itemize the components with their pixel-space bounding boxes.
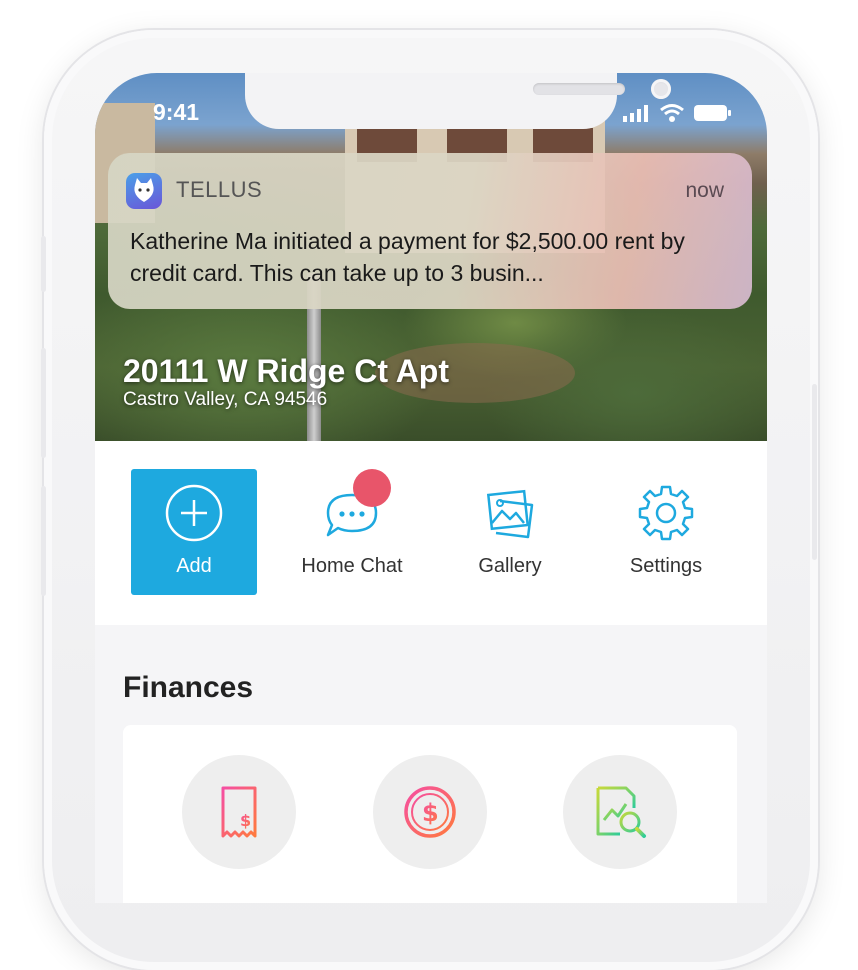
finance-item-receipt[interactable]: $ bbox=[182, 755, 296, 869]
side-button-volume-up bbox=[41, 348, 46, 458]
side-button-volume-down bbox=[41, 486, 46, 596]
notification-badge bbox=[353, 469, 391, 507]
camera bbox=[651, 79, 671, 99]
side-button-silent bbox=[41, 236, 46, 292]
finance-item-payments[interactable]: $ bbox=[373, 755, 487, 869]
settings-label: Settings bbox=[629, 555, 703, 577]
home-chat-button[interactable]: Home Chat bbox=[289, 469, 415, 595]
gallery-button[interactable]: Gallery bbox=[447, 469, 573, 595]
speaker bbox=[533, 83, 625, 95]
receipt-icon: $ bbox=[221, 786, 257, 838]
push-notification[interactable]: TELLUS now Katherine Ma initiated a paym… bbox=[108, 153, 752, 309]
settings-button[interactable]: Settings bbox=[603, 469, 729, 595]
property-address: 20111 W Ridge Ct Apt bbox=[123, 353, 449, 389]
quick-actions: Add Home Chat Gallery Settings bbox=[95, 441, 767, 625]
battery-icon bbox=[694, 105, 731, 121]
tellus-app-icon bbox=[126, 173, 162, 209]
phone-screen: 9:41 TELLUS now Katherine Ma initiated a… bbox=[95, 73, 767, 903]
side-button-power bbox=[812, 384, 817, 560]
add-button[interactable]: Add bbox=[131, 469, 257, 595]
dollar-circle-icon: $ bbox=[404, 786, 456, 838]
wifi-icon bbox=[660, 104, 684, 122]
gallery-icon bbox=[486, 489, 534, 539]
finances-card: $ $ bbox=[123, 725, 737, 903]
svg-text:$: $ bbox=[422, 799, 439, 827]
finances-title: Finances bbox=[123, 671, 254, 704]
notification-body: Katherine Ma initiated a payment for $2,… bbox=[130, 228, 685, 286]
notification-time: now bbox=[685, 179, 724, 202]
report-search-icon bbox=[596, 786, 646, 838]
plus-circle-icon bbox=[165, 484, 223, 542]
gallery-label: Gallery bbox=[478, 555, 542, 577]
gear-icon bbox=[638, 485, 694, 541]
status-icons bbox=[623, 103, 733, 123]
home-chat-label: Home Chat bbox=[301, 555, 403, 577]
signal-icon bbox=[623, 105, 648, 122]
status-time: 9:41 bbox=[153, 99, 200, 125]
finance-item-reports[interactable] bbox=[563, 755, 677, 869]
property-city: Castro Valley, CA 94546 bbox=[123, 389, 328, 410]
notification-app-name: TELLUS bbox=[176, 177, 263, 202]
property-photo: 9:41 TELLUS now Katherine Ma initiated a… bbox=[95, 73, 767, 441]
add-label: Add bbox=[176, 555, 212, 577]
svg-text:$: $ bbox=[240, 811, 251, 830]
phone-notch bbox=[245, 73, 671, 129]
